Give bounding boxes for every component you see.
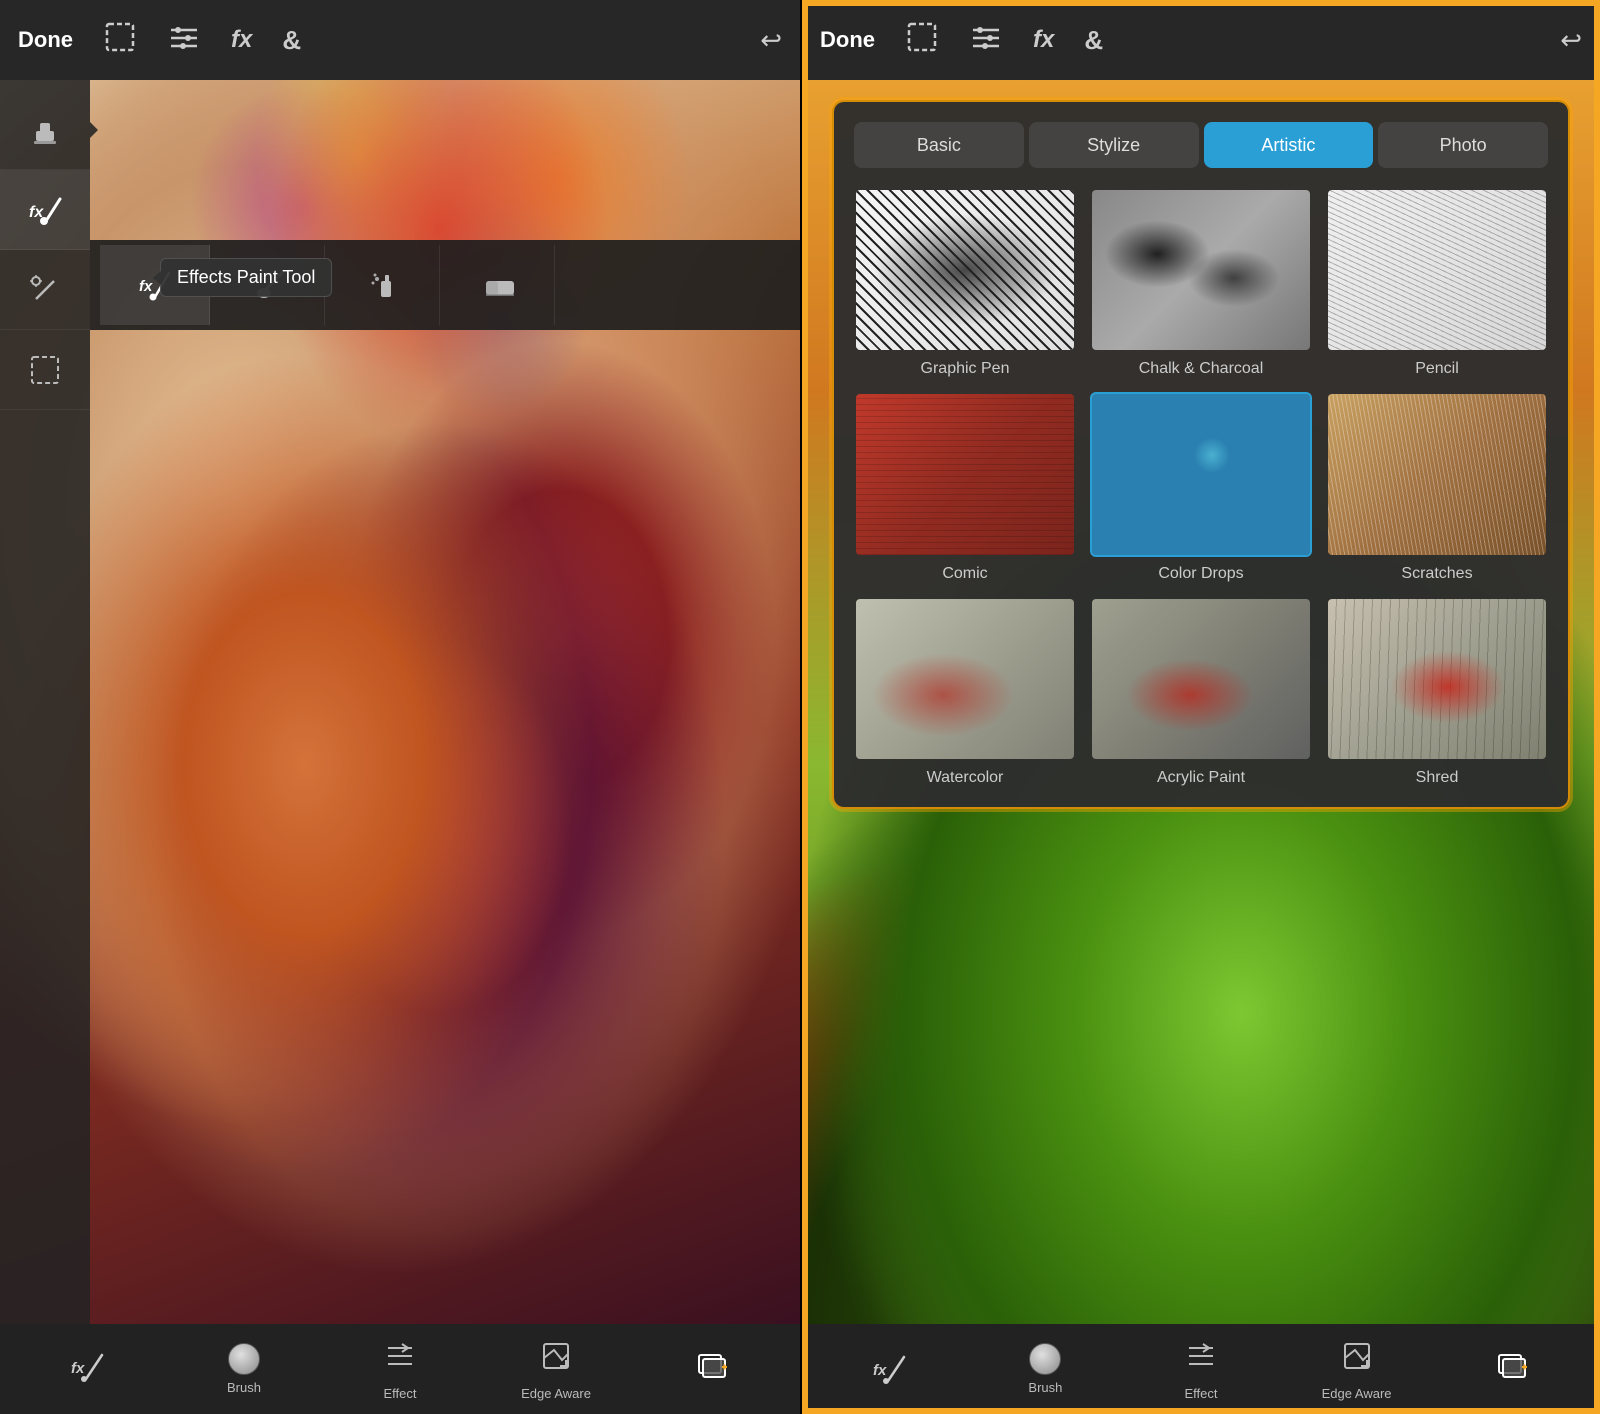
- brush-label-left: Brush: [227, 1380, 261, 1395]
- effect-icon-right: [1183, 1338, 1219, 1381]
- filter-thumb-scratches: [1326, 392, 1548, 556]
- filter-thumb-acrylic: [1090, 597, 1312, 761]
- filter-item-scratches[interactable]: Scratches: [1326, 392, 1548, 582]
- fx-icon-left[interactable]: fx: [231, 26, 252, 54]
- filter-label-pencil: Pencil: [1415, 360, 1459, 378]
- layers-bottom-right[interactable]: [1472, 1347, 1552, 1391]
- filter-item-chalk[interactable]: Chalk & Charcoal: [1090, 188, 1312, 378]
- filter-thumb-pencil: [1326, 188, 1548, 352]
- eraser-sub[interactable]: [445, 245, 555, 325]
- svg-text:fx: fx: [873, 1362, 887, 1379]
- adjust-icon-right[interactable]: [969, 20, 1003, 61]
- effect-icon-left: [382, 1338, 418, 1381]
- fx-brush-tool[interactable]: fx: [0, 170, 90, 250]
- right-toolbar: Done fx & ↩: [802, 0, 1600, 80]
- brush-circle-icon-left: [228, 1343, 260, 1375]
- filter-thumb-chalk: [1090, 188, 1312, 352]
- left-panel: Done fx & ↩: [0, 0, 800, 1414]
- edge-aware-label-right: Edge Aware: [1322, 1386, 1392, 1401]
- layers-icon-right: [1494, 1347, 1530, 1391]
- right-panel: Done fx & ↩ Basic Stylize Artistic: [800, 0, 1600, 1414]
- filter-label-shred: Shred: [1416, 769, 1459, 787]
- edge-aware-icon-right: [1339, 1338, 1375, 1381]
- effect-bottom-left[interactable]: Effect: [360, 1338, 440, 1401]
- filter-label-chalk: Chalk & Charcoal: [1139, 360, 1264, 378]
- effect-bottom-right[interactable]: Effect: [1161, 1338, 1241, 1401]
- selection-tool[interactable]: [0, 330, 90, 410]
- layers-bottom-left[interactable]: [672, 1347, 752, 1391]
- undo-icon-left[interactable]: ↩: [760, 25, 782, 56]
- filter-panel: Basic Stylize Artistic Photo Graphic Pen…: [832, 100, 1570, 809]
- done-button-left[interactable]: Done: [18, 27, 73, 53]
- magic-wand-tool[interactable]: [0, 250, 90, 330]
- edge-aware-icon-left: [538, 1338, 574, 1381]
- marquee-icon-left[interactable]: [103, 20, 137, 61]
- tooltip-effects-paint: Effects Paint Tool: [160, 258, 332, 297]
- fx-brush-icon-left: fx: [70, 1349, 106, 1385]
- effect-label-left: Effect: [383, 1386, 416, 1401]
- edge-aware-label-left: Edge Aware: [521, 1386, 591, 1401]
- filter-thumb-watercolor: [854, 597, 1076, 761]
- brush-label-right: Brush: [1028, 1380, 1062, 1395]
- done-button-right[interactable]: Done: [820, 27, 875, 53]
- filter-item-acrylic[interactable]: Acrylic Paint: [1090, 597, 1312, 787]
- side-toolbar-left: fx: [0, 80, 90, 1324]
- filter-label-comic: Comic: [942, 565, 987, 583]
- fx-brush-icon-right: fx: [872, 1351, 908, 1387]
- filter-label-watercolor: Watercolor: [927, 769, 1004, 787]
- stamp-tool[interactable]: [0, 90, 90, 170]
- filter-thumb-shred: [1326, 597, 1548, 761]
- brush-bottom-right[interactable]: Brush: [1005, 1343, 1085, 1395]
- filter-grid: Graphic Pen Chalk & Charcoal Pencil: [854, 188, 1548, 787]
- filter-item-graphic-pen[interactable]: Graphic Pen: [854, 188, 1076, 378]
- marquee-icon-right[interactable]: [905, 20, 939, 61]
- filter-item-color-drops[interactable]: Color Drops: [1090, 392, 1312, 582]
- effect-label-right: Effect: [1184, 1386, 1217, 1401]
- brush-circle-icon-right: [1029, 1343, 1061, 1375]
- filter-label-color-drops: Color Drops: [1158, 565, 1243, 583]
- blend-icon-right[interactable]: &: [1084, 25, 1103, 56]
- svg-text:fx: fx: [71, 1360, 85, 1377]
- edge-aware-bottom-right[interactable]: Edge Aware: [1317, 1338, 1397, 1401]
- fx-brush-bottom-left[interactable]: fx: [48, 1349, 128, 1390]
- blend-icon-left[interactable]: &: [282, 25, 301, 56]
- spray-sub[interactable]: [330, 245, 440, 325]
- tab-stylize[interactable]: Stylize: [1029, 122, 1199, 168]
- filter-item-watercolor[interactable]: Watercolor: [854, 597, 1076, 787]
- bottom-toolbar-left: fx Brush Effect: [0, 1324, 800, 1414]
- brush-bottom-left[interactable]: Brush: [204, 1343, 284, 1395]
- fx-icon-right[interactable]: fx: [1033, 26, 1054, 54]
- layers-icon-left: [694, 1347, 730, 1391]
- adjust-icon-left[interactable]: [167, 20, 201, 61]
- filter-tabs: Basic Stylize Artistic Photo: [854, 122, 1548, 168]
- fx-brush-bottom-right[interactable]: fx: [850, 1351, 930, 1387]
- tab-basic[interactable]: Basic: [854, 122, 1024, 168]
- filter-item-pencil[interactable]: Pencil: [1326, 188, 1548, 378]
- filter-label-graphic-pen: Graphic Pen: [921, 360, 1010, 378]
- edge-aware-bottom-left[interactable]: Edge Aware: [516, 1338, 596, 1401]
- filter-label-scratches: Scratches: [1401, 565, 1472, 583]
- tab-photo[interactable]: Photo: [1378, 122, 1548, 168]
- svg-text:fx: fx: [139, 278, 153, 295]
- filter-item-shred[interactable]: Shred: [1326, 597, 1548, 787]
- filter-item-comic[interactable]: Comic: [854, 392, 1076, 582]
- filter-label-acrylic: Acrylic Paint: [1157, 769, 1245, 787]
- filter-thumb-color-drops: [1090, 392, 1312, 556]
- filter-thumb-comic: [854, 392, 1076, 556]
- tab-artistic[interactable]: Artistic: [1204, 122, 1374, 168]
- undo-icon-right[interactable]: ↩: [1560, 25, 1582, 56]
- left-toolbar: Done fx & ↩: [0, 0, 800, 80]
- bottom-toolbar-right: fx Brush Effect: [802, 1324, 1600, 1414]
- filter-thumb-graphic-pen: [854, 188, 1076, 352]
